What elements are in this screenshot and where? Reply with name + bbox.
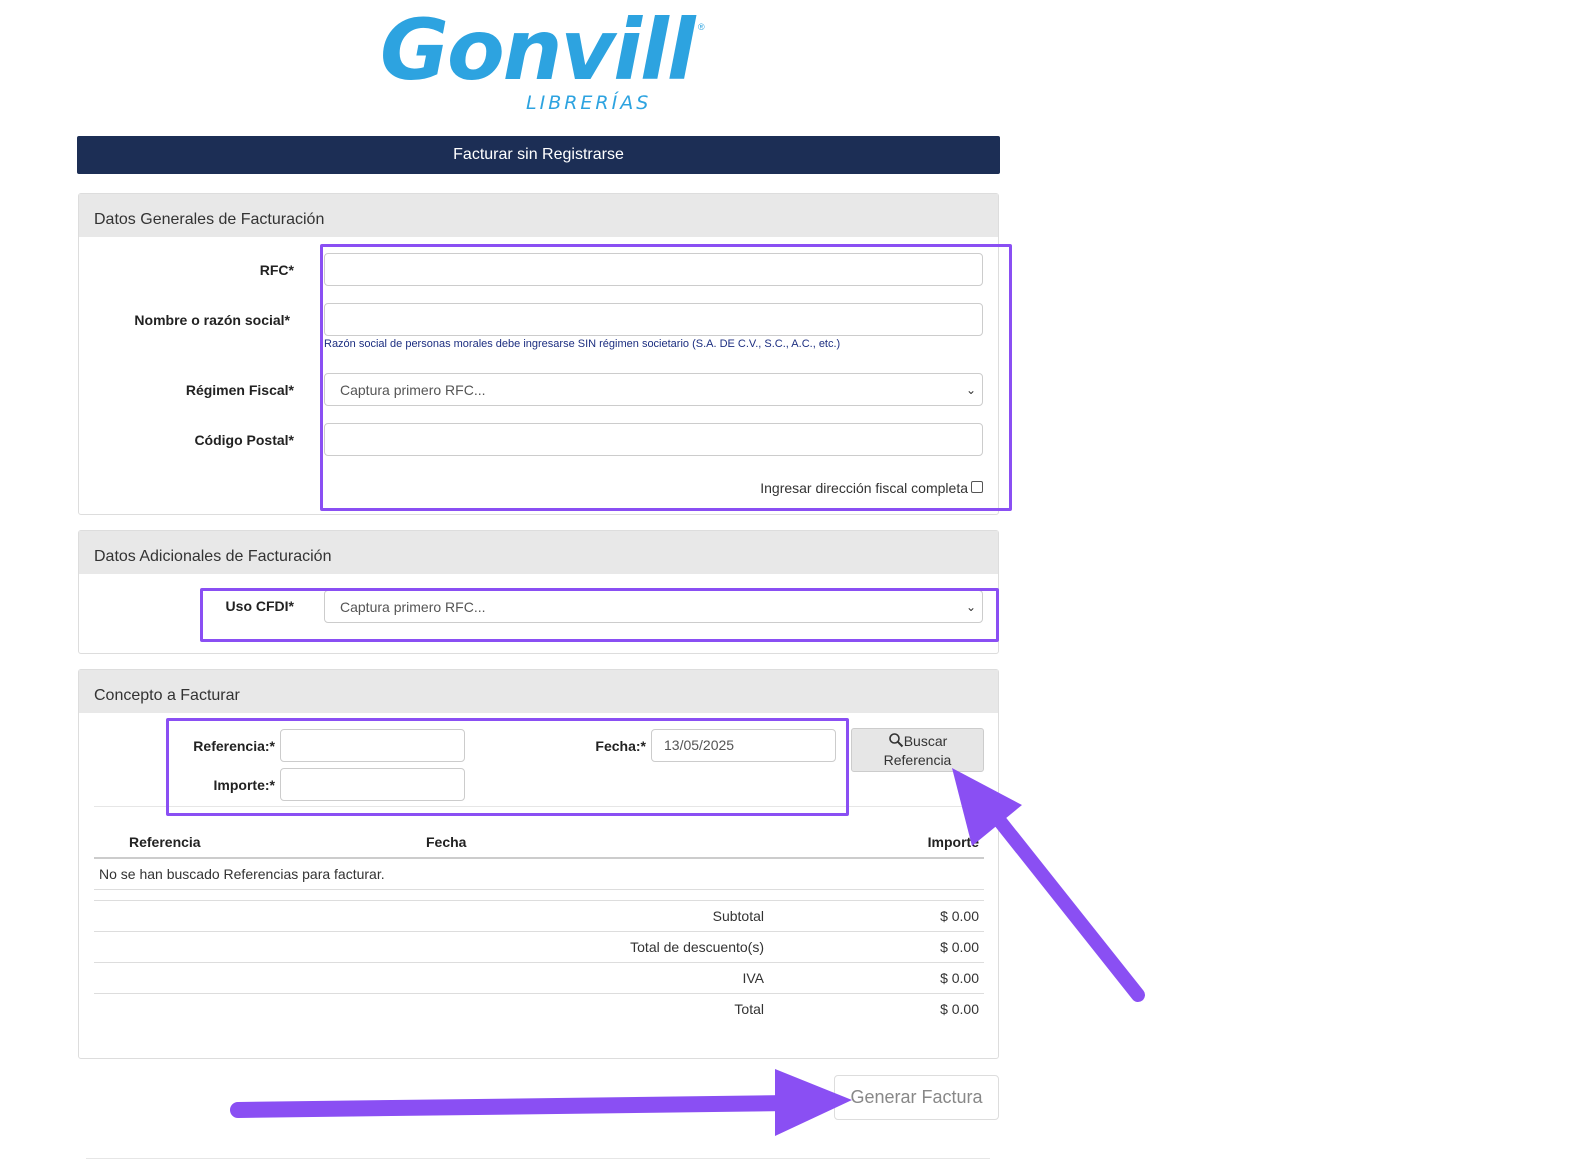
arrow-shaft-generar [230,1095,798,1118]
annotation-arrows [230,768,1145,1136]
arrow-shaft-buscar [988,808,1145,1002]
arrow-head-generar [775,1069,852,1136]
